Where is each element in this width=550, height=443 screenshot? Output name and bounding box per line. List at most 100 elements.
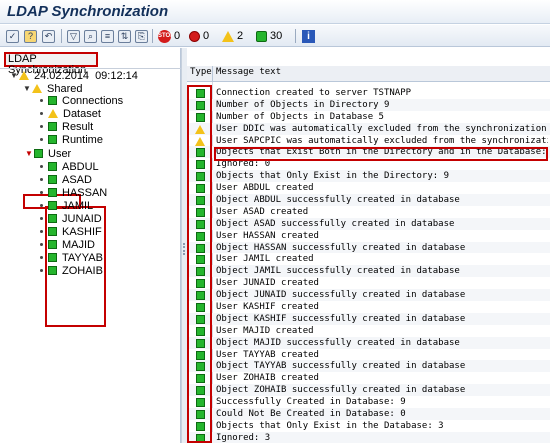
log-row[interactable]: User JAMIL created — [187, 253, 550, 265]
column-header-message[interactable]: Message text — [216, 67, 281, 77]
log-row[interactable]: User MAJID created — [187, 325, 550, 337]
bullet-icon — [40, 99, 43, 102]
bullet-icon — [40, 243, 43, 246]
filter-icon[interactable]: ▽ — [67, 28, 80, 44]
log-row[interactable]: Object TAYYAB successfully created in da… — [187, 360, 550, 373]
warning-icon — [19, 71, 29, 80]
log-row[interactable]: Successfully Created in Database: 9 — [187, 396, 550, 408]
tree-node-root[interactable]: ▼ 24.02.2014 09:12:14 — [10, 69, 138, 82]
help-icon[interactable]: ? — [24, 28, 37, 44]
column-header-type[interactable]: Type — [190, 67, 212, 77]
log-row-message: Number of Objects in Directory 9 — [216, 99, 390, 110]
tree-node-user-item[interactable]: HASSAN — [40, 186, 107, 199]
log-row[interactable]: User KASHIF created — [187, 301, 550, 313]
warning-icon — [48, 109, 58, 118]
log-row[interactable]: Object KASHIF successfully created in da… — [187, 312, 550, 325]
tree-node-user-item[interactable]: ASAD — [40, 173, 92, 186]
node-label: User — [48, 147, 72, 160]
node-label: Runtime — [62, 133, 103, 146]
title-bar: LDAP Synchronization — [0, 0, 550, 24]
collapse-icon[interactable]: ▼ — [23, 84, 32, 93]
log-row[interactable]: User SAPCPIC was automatically excluded … — [187, 135, 550, 147]
toolbar-divider — [61, 29, 62, 43]
bullet-icon — [40, 178, 43, 181]
tree-node-runtime[interactable]: Runtime — [40, 133, 103, 146]
success-icon — [48, 253, 57, 262]
tree-node-user-item[interactable]: ABDUL — [40, 160, 99, 173]
bullet-icon — [40, 204, 43, 207]
find-next-icon[interactable]: ≡ — [101, 28, 114, 44]
bullet-icon — [40, 112, 43, 115]
tree-pane: LDAP Synchronization ▼ 24.02.2014 09:12:… — [0, 48, 181, 443]
log-row-message: User KASHIF created — [216, 302, 319, 313]
tree-node-user-item[interactable]: JAMIL — [40, 199, 93, 212]
node-label: Result — [62, 120, 94, 133]
information-button[interactable]: i — [302, 28, 315, 44]
log-row-message: User ABDUL created — [216, 183, 314, 194]
log-row[interactable]: Could Not Be Created in Database: 0 — [187, 408, 550, 420]
collapse-icon[interactable]: ▼ — [10, 71, 19, 80]
tree-node-connections[interactable]: Connections — [40, 94, 123, 107]
tree-node-result[interactable]: Result — [40, 120, 93, 133]
log-row-message: User DDIC was automatically excluded fro… — [216, 123, 547, 134]
log-row[interactable]: User DDIC was automatically excluded fro… — [187, 122, 550, 135]
splitter-grip-icon — [183, 243, 186, 255]
log-row-message: Number of Objects in Database 5 — [216, 111, 384, 122]
success-filter-button[interactable]: 30 — [256, 28, 282, 44]
stop-count: 0 — [174, 30, 181, 42]
log-row-message: User SAPCPIC was automatically excluded … — [216, 135, 548, 146]
check-icon[interactable]: ✓ — [6, 28, 19, 44]
tree-node-user-item[interactable]: ZOHAIB — [40, 264, 103, 277]
log-row[interactable]: Object ASAD successfully created in data… — [187, 217, 550, 230]
tree-node-user-item[interactable]: MAJID — [40, 238, 95, 251]
log-row[interactable]: Object JUNAID successfully created in da… — [187, 289, 550, 302]
log-row[interactable]: Object ABDUL successfully created in dat… — [187, 194, 550, 206]
log-row[interactable]: Number of Objects in Directory 9 — [187, 98, 550, 111]
log-row-message: Object TAYYAB successfully created in da… — [216, 361, 466, 372]
log-row[interactable]: Connection created to server TSTNAPP — [187, 87, 550, 99]
node-label: ZOHAIB — [62, 264, 103, 277]
node-label: TAYYAB — [62, 251, 103, 264]
tree-node-user-item[interactable]: TAYYAB — [40, 251, 103, 264]
tree-node-user-item[interactable]: KASHIF — [40, 225, 102, 238]
collapse-icon[interactable]: ▼ — [25, 149, 34, 158]
node-label: Dataset — [63, 107, 101, 120]
export-icon[interactable]: ⎘ — [135, 28, 148, 44]
log-row[interactable]: Ignored: 3 — [187, 431, 550, 443]
success-count: 30 — [270, 30, 283, 42]
log-row[interactable]: User ZOHAIB created — [187, 372, 550, 384]
success-icon — [48, 175, 57, 184]
column-divider — [212, 66, 213, 82]
log-row-message: Connection created to server TSTNAPP — [216, 88, 412, 98]
warning-icon — [32, 84, 42, 93]
warning-icon — [222, 30, 234, 42]
log-row[interactable]: User ASAD created — [187, 206, 550, 218]
bullet-icon — [40, 125, 43, 128]
tree-node-user[interactable]: ▼ User — [25, 147, 71, 160]
tree-node-dataset[interactable]: Dataset — [40, 107, 101, 120]
sort-icon[interactable]: ⇅ — [118, 28, 131, 44]
log-row[interactable]: Number of Objects in Database 5 — [187, 111, 550, 123]
log-row[interactable]: Object JAMIL successfully created in dat… — [187, 265, 550, 278]
log-row-message: Object MAJID successfully created in dat… — [216, 337, 460, 348]
log-row-message: Object JUNAID successfully created in da… — [216, 290, 466, 301]
back-icon[interactable]: ↶ — [42, 28, 55, 44]
warning-filter-button[interactable]: 2 — [222, 28, 243, 44]
log-rows: Connection created to server TSTNAPP Numb… — [187, 87, 550, 443]
log-row[interactable]: Object ZOHAIB successfully created in da… — [187, 384, 550, 397]
log-row[interactable]: Object MAJID successfully created in dat… — [187, 336, 550, 349]
tree-node-user-item[interactable]: JUNAID — [40, 212, 102, 225]
success-icon — [48, 266, 57, 275]
error-filter-button[interactable]: 0 — [189, 28, 209, 44]
find-icon[interactable]: ⌕ — [84, 28, 97, 44]
stop-icon: STOP — [158, 29, 174, 43]
stop-filter-button[interactable]: STOP 0 — [158, 28, 180, 44]
log-row[interactable]: Objects that Only Exist in the Database:… — [187, 420, 550, 432]
log-row[interactable]: User HASSAN created — [187, 230, 550, 242]
log-row[interactable]: User ABDUL created — [187, 182, 550, 194]
log-row[interactable]: User JUNAID created — [187, 277, 550, 289]
log-row-message: User TAYYAB created — [216, 349, 319, 360]
log-row[interactable]: User TAYYAB created — [187, 349, 550, 361]
log-row[interactable]: Objects that Only Exist in the Directory… — [187, 170, 550, 183]
log-row[interactable]: Object HASSAN successfully created in da… — [187, 241, 550, 254]
